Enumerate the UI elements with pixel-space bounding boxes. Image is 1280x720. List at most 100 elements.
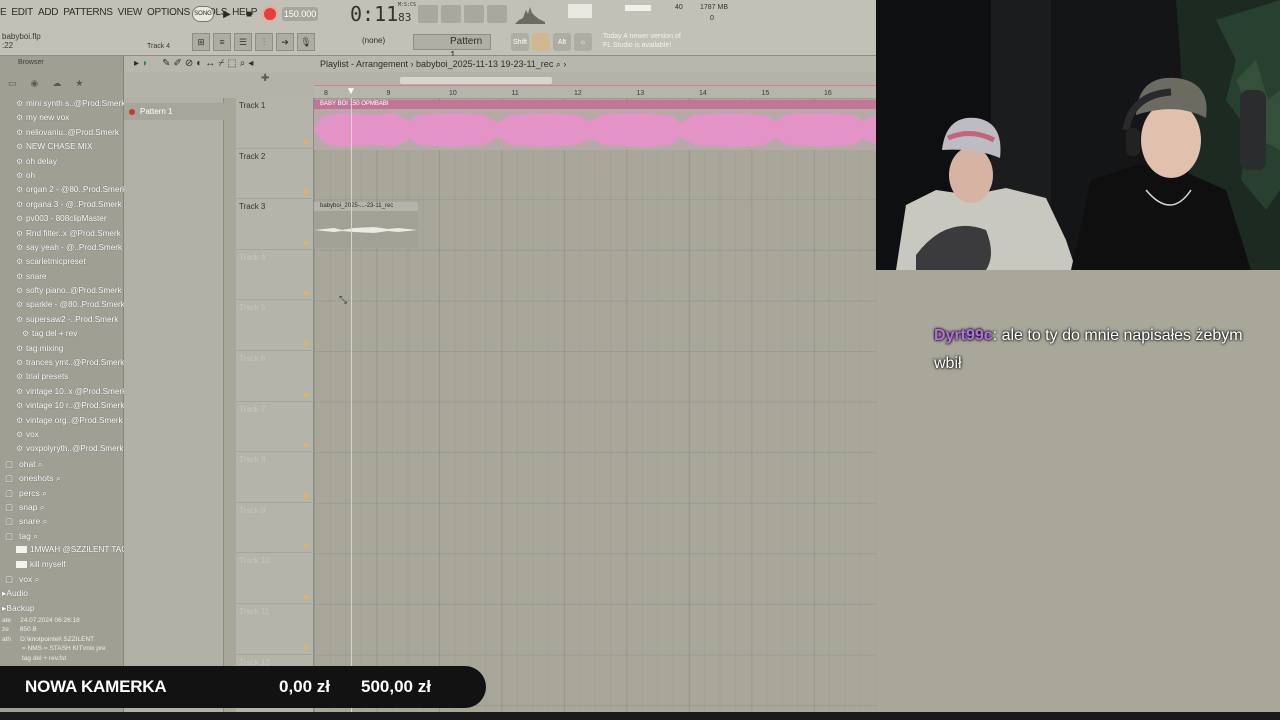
track-led-icon[interactable] (304, 544, 308, 549)
pencil-icon[interactable]: ✎ (162, 58, 170, 69)
browser-item-folder[interactable]: ▢ ohat ⌕ (0, 457, 124, 471)
browser-item-preset[interactable]: ⚙ supersaw2 -..Prod.Smerk (0, 313, 124, 327)
track-header[interactable]: Track 5 (236, 300, 314, 351)
browser-item-folder[interactable]: ▢ snap ⌕ (0, 500, 124, 514)
track-header[interactable]: Track 7 (236, 402, 314, 453)
browser-item-preset[interactable]: ⚙ trial presets (0, 370, 124, 384)
browser-item-folder[interactable]: ▢ vox ⌕ (0, 572, 124, 586)
menu-patterns[interactable]: PATTERNS (63, 7, 113, 18)
menu-view[interactable]: VIEW (118, 7, 143, 18)
browser-item-preset[interactable]: ⚙ neliovaniu..@Prod.Smerk (0, 126, 124, 140)
playhead-marker-icon[interactable]: ▼ (346, 86, 356, 97)
browser-item-preset[interactable]: ⚙ pv003 - 808clipMaster (0, 212, 124, 226)
menu-file[interactable]: E (0, 7, 7, 18)
track-led-icon[interactable] (304, 493, 308, 498)
track-led-icon[interactable] (304, 291, 308, 296)
browser-current-icon[interactable]: ◉ (31, 78, 39, 88)
browser-item-preset[interactable]: ⚙ trances ymt..@Prod.Smerk (0, 356, 124, 370)
timeline-ruler[interactable]: ▼ 8 9 10 11 12 13 14 15 16 (314, 85, 876, 98)
horizontal-scrollbar[interactable] (400, 77, 552, 84)
track-led-icon[interactable] (304, 443, 308, 448)
track-led-icon[interactable] (304, 594, 308, 599)
track-header[interactable]: Track 4 (236, 250, 314, 301)
track-header[interactable]: Track 3 (236, 199, 314, 250)
pattern-select[interactable]: Pattern 1 (413, 34, 491, 61)
metronome-icon[interactable] (487, 5, 507, 23)
countdown-icon[interactable] (441, 5, 461, 23)
playlist-title[interactable]: Playlist - Arrangement › babyboi_2025-11… (320, 59, 566, 70)
track-header[interactable]: Track 6 (236, 351, 314, 402)
snap-select[interactable]: (none) (362, 36, 385, 45)
browser-item-preset[interactable]: ⚙ tag mixing (0, 342, 124, 356)
track-header[interactable]: Track 11 (236, 604, 314, 655)
browser-item-section[interactable]: ▸Backup (0, 601, 124, 615)
update-news[interactable]: Today A newer version of FL Studio is av… (603, 32, 681, 50)
browser-item-preset[interactable]: ⚙ sparkle - @80..Prod.Smerk (0, 298, 124, 312)
news-icon[interactable]: ☼ (574, 33, 592, 51)
stop-icon[interactable]: ■ (240, 5, 258, 23)
browser-item-preset[interactable]: ⚙ softy piano..@Prod.Smerk (0, 284, 124, 298)
browser-item-section[interactable]: ▸Audio (0, 586, 124, 600)
browser-item-sub[interactable]: ⚙ tag del + rev (0, 327, 124, 341)
browser-item-preset[interactable]: ⚙ voxpolyryth..@Prod.Smerk (0, 442, 124, 456)
browser-item-folder[interactable]: ▢ percs ⌕ (0, 486, 124, 500)
menu-options[interactable]: OPTIONS (147, 7, 190, 18)
browser-item-preset[interactable]: ⚙ vox (0, 428, 124, 442)
browser-item-preset[interactable]: ⚙ organa 3 - @..Prod.Smerk (0, 198, 124, 212)
browser-item-preset[interactable]: ⚙ NEW CHASE MIX (0, 140, 124, 154)
slice-icon[interactable]: ⌿ (218, 58, 224, 69)
mute-icon[interactable]: ◐ (196, 58, 202, 69)
browser-item-folder[interactable]: ▢ snare ⌕ (0, 514, 124, 528)
channel-rack-icon[interactable]: ☰ (234, 33, 252, 51)
track-led-icon[interactable] (304, 139, 308, 144)
browser-item-preset[interactable]: ⚙ my new vox (0, 111, 124, 125)
browser-item-preset[interactable]: ⚙ oh delay (0, 155, 124, 169)
tempo-display[interactable]: 150.000 (282, 7, 318, 21)
browser-item-preset[interactable]: ⚙ snare (0, 270, 124, 284)
browser-item-preset[interactable]: ⚙ scarletmicpreset (0, 255, 124, 269)
browser-item-audio[interactable]: 1MWAH @SZZILENT TAG (0, 543, 124, 557)
pattern-strip-icon[interactable]: ✚ (261, 73, 269, 84)
browser-item-preset[interactable]: ⚙ oh (0, 169, 124, 183)
loop-record-icon[interactable] (464, 5, 484, 23)
browser-item-folder[interactable]: ▢ tag ⌕ (0, 529, 124, 543)
track-header[interactable]: Track 9 (236, 503, 314, 554)
track-header[interactable]: Track 10 (236, 553, 314, 604)
audio-clip-track-1[interactable]: BABY BOI 150 OPMBABI (314, 100, 876, 150)
song-mode-button[interactable]: SONG (192, 6, 214, 22)
browser-item-preset[interactable]: ⚙ vintage 10 r..@Prod.Smerk (0, 399, 124, 413)
playlist-icon[interactable]: ⊞ (192, 33, 210, 51)
record-button[interactable] (262, 6, 278, 22)
slip-icon[interactable]: ↔ (205, 58, 215, 69)
browser-cloud-icon[interactable]: ☁ (52, 78, 61, 88)
browser-item-preset[interactable]: ⚙ mini synth s..@Prod.Smerk (0, 97, 124, 111)
typing-keyboard-icon[interactable] (418, 5, 438, 23)
plugin-picker-icon[interactable]: ➜ (276, 33, 294, 51)
play-icon[interactable]: ▶ (218, 5, 236, 23)
track-led-icon[interactable] (304, 341, 308, 346)
arrangement-grid[interactable]: BABY BOI 150 OPMBABI babyboi_2025-...-23… (314, 98, 876, 720)
browser-all-icon[interactable]: ▭ (8, 78, 17, 88)
track-header[interactable]: Track 1 (236, 98, 314, 149)
menu-add[interactable]: ADD (38, 7, 59, 18)
time-display[interactable]: 0:1183 M:S:CS (350, 2, 416, 26)
track-led-icon[interactable] (304, 645, 308, 650)
microphone-icon[interactable]: 🎙 (297, 33, 315, 51)
browser-item-preset[interactable]: ⚙ Rnd filter..x @Prod.Smerk (0, 227, 124, 241)
browser-item-preset[interactable]: ⚙ vintage 10..x @Prod.Smerk (0, 385, 124, 399)
browser-star-icon[interactable]: ★ (75, 78, 83, 88)
zoom-icon[interactable]: ⌕ (240, 58, 246, 69)
audio-clip-track-3[interactable]: babyboi_2025-...-23-11_rec (314, 202, 418, 248)
pattern-item[interactable]: Pattern 1 (124, 103, 224, 120)
arrow-icon[interactable]: ▸ (134, 58, 139, 69)
track-header[interactable]: Track 8 (236, 452, 314, 503)
track-led-icon[interactable] (304, 190, 308, 195)
magnet-icon[interactable]: ◗ (142, 58, 148, 69)
brush-icon[interactable]: ✐ (173, 58, 181, 69)
browser-item-preset[interactable]: ⚙ say yeah - @..Prod.Smerk (0, 241, 124, 255)
browser-item-preset[interactable]: ⚙ organ 2 - @80..Prod.Smerk (0, 183, 124, 197)
track-header[interactable]: Track 2 (236, 149, 314, 200)
browser-item-preset[interactable]: ⚙ vintage org..@Prod.Smerk (0, 414, 124, 428)
track-led-icon[interactable] (304, 240, 308, 245)
browser-item-folder[interactable]: ▢ oneshots ⌕ (0, 471, 124, 485)
